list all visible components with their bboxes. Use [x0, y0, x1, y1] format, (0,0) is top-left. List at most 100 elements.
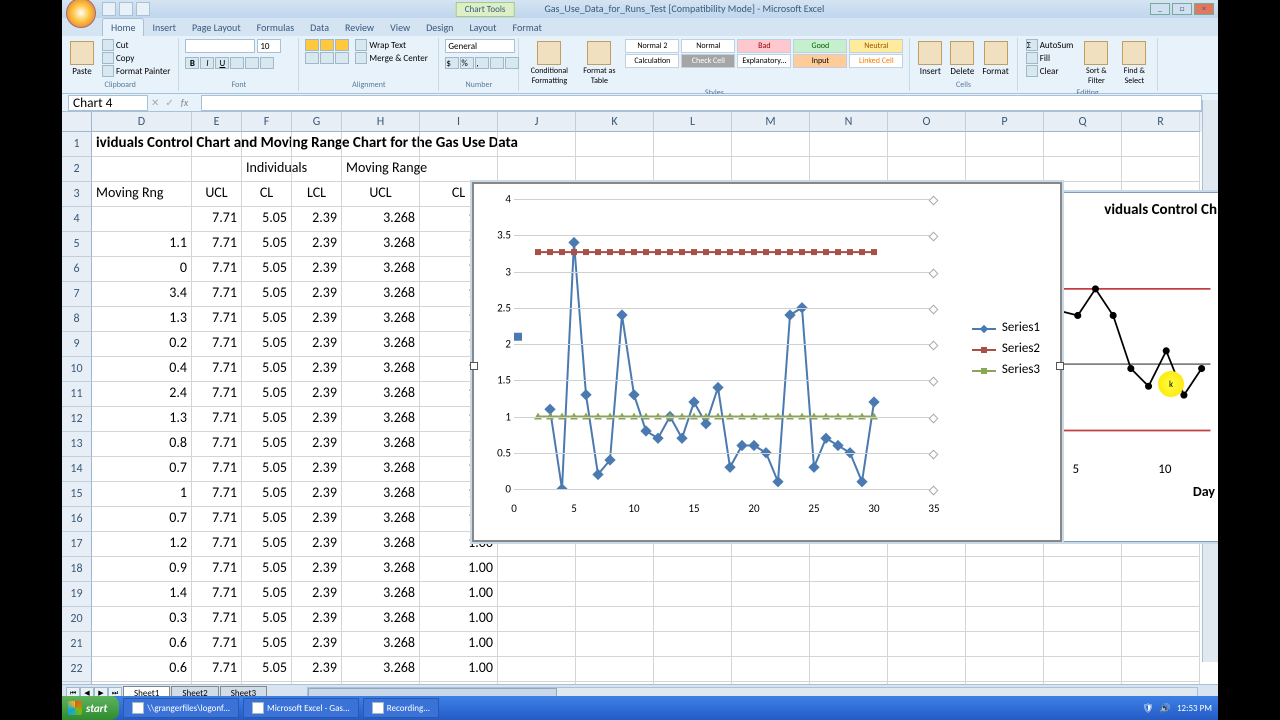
cell[interactable]: 2.39 — [292, 657, 342, 682]
cell[interactable] — [192, 132, 242, 157]
cell[interactable] — [498, 582, 576, 607]
row-header[interactable]: 16 — [62, 507, 92, 532]
font-size-select[interactable] — [257, 39, 281, 53]
row-header[interactable]: 7 — [62, 282, 92, 307]
cell[interactable] — [1122, 682, 1200, 684]
currency-button[interactable]: $ — [445, 57, 459, 69]
cell[interactable] — [732, 657, 810, 682]
row-header[interactable]: 23 — [62, 682, 92, 684]
cell[interactable]: 5.05 — [242, 257, 292, 282]
ribbon-tab-insert[interactable]: Insert — [144, 19, 184, 36]
column-header[interactable]: J — [498, 112, 576, 132]
cell[interactable] — [654, 607, 732, 632]
decrease-decimal-button[interactable] — [505, 57, 519, 69]
cell[interactable]: 7.71 — [192, 407, 242, 432]
cell[interactable]: 2.39 — [292, 407, 342, 432]
formula-bar[interactable] — [201, 95, 1202, 111]
cell[interactable]: 0.3 — [92, 607, 192, 632]
cell[interactable]: 3.268 — [342, 282, 420, 307]
row-header[interactable]: 20 — [62, 607, 92, 632]
cell[interactable]: 2.39 — [292, 632, 342, 657]
cell-style-option[interactable]: Calculation — [625, 54, 679, 68]
sort-filter-button[interactable]: Sort & Filter — [1079, 39, 1113, 88]
cell[interactable]: 1.1 — [92, 232, 192, 257]
cell[interactable]: 3.268 — [342, 232, 420, 257]
cell[interactable]: 5.05 — [242, 557, 292, 582]
cell[interactable]: 2.39 — [292, 557, 342, 582]
underline-button[interactable]: U — [215, 57, 229, 69]
cell[interactable]: 1.00 — [420, 582, 498, 607]
cell[interactable]: 7.71 — [192, 382, 242, 407]
row-header[interactable]: 6 — [62, 257, 92, 282]
cell[interactable]: Moving Rng — [92, 182, 192, 207]
cell[interactable] — [242, 132, 292, 157]
cell[interactable]: 7.71 — [192, 607, 242, 632]
cancel-formula-icon[interactable]: ✕ — [151, 96, 159, 109]
cell[interactable]: 7.71 — [192, 282, 242, 307]
cell[interactable]: 5.05 — [242, 332, 292, 357]
cell[interactable] — [888, 157, 966, 182]
row-header[interactable]: 4 — [62, 207, 92, 232]
delete-cells-button[interactable]: Delete — [948, 39, 976, 79]
cell[interactable]: 0.5 — [92, 682, 192, 684]
ribbon-tab-formulas[interactable]: Formulas — [249, 19, 302, 36]
row-headers[interactable]: 1234567891011121314151617181920212223 — [62, 132, 92, 684]
cell[interactable] — [92, 157, 192, 182]
cell[interactable]: 5.05 — [242, 357, 292, 382]
cell[interactable]: 5.05 — [242, 482, 292, 507]
cell[interactable] — [1122, 132, 1200, 157]
cell[interactable] — [1122, 607, 1200, 632]
cell[interactable] — [654, 132, 732, 157]
column-header[interactable]: M — [732, 112, 810, 132]
cell[interactable] — [810, 632, 888, 657]
cell[interactable] — [1044, 657, 1122, 682]
cell[interactable]: 3.268 — [342, 332, 420, 357]
cell[interactable] — [966, 157, 1044, 182]
cell[interactable] — [498, 557, 576, 582]
cell[interactable] — [966, 632, 1044, 657]
row-header[interactable]: 10 — [62, 357, 92, 382]
row-header[interactable]: 1 — [62, 132, 92, 157]
cell[interactable] — [654, 582, 732, 607]
font-name-select[interactable] — [185, 39, 255, 53]
cell[interactable] — [966, 132, 1044, 157]
conditional-formatting-button[interactable]: Conditional Formatting — [525, 39, 573, 88]
format-as-table-button[interactable]: Format as Table — [577, 39, 621, 88]
cell[interactable]: 5.05 — [242, 457, 292, 482]
cell[interactable]: 5.05 — [242, 307, 292, 332]
cell[interactable]: 3.268 — [342, 357, 420, 382]
number-format-select[interactable] — [445, 39, 515, 53]
cell[interactable]: 7.71 — [192, 682, 242, 684]
qat-save-icon[interactable] — [102, 2, 116, 16]
cell[interactable] — [576, 632, 654, 657]
cell-styles-gallery[interactable]: Normal 2NormalBadGoodNeutralCalculationC… — [625, 39, 903, 68]
row-header[interactable]: 12 — [62, 407, 92, 432]
cell[interactable] — [654, 632, 732, 657]
cell[interactable] — [888, 632, 966, 657]
cell[interactable]: 5.05 — [242, 657, 292, 682]
cell[interactable]: 0.8 — [92, 432, 192, 457]
italic-button[interactable]: I — [200, 57, 214, 69]
cell[interactable] — [732, 132, 810, 157]
copy-button[interactable]: Copy — [100, 52, 172, 64]
cell[interactable]: 5.05 — [242, 432, 292, 457]
cell[interactable]: 7.71 — [192, 582, 242, 607]
paste-button[interactable]: Paste — [68, 39, 96, 79]
row-header[interactable]: 19 — [62, 582, 92, 607]
cell[interactable] — [420, 157, 498, 182]
row-header[interactable]: 22 — [62, 657, 92, 682]
cell[interactable] — [576, 557, 654, 582]
cell[interactable] — [810, 607, 888, 632]
cell[interactable]: 1.00 — [420, 682, 498, 684]
cell[interactable]: 5.05 — [242, 382, 292, 407]
percent-button[interactable]: % — [460, 57, 474, 69]
cell[interactable]: 2.39 — [292, 457, 342, 482]
chart-plot-area[interactable] — [514, 199, 934, 489]
cell[interactable]: 5.05 — [242, 407, 292, 432]
row-header[interactable]: 17 — [62, 532, 92, 557]
cell[interactable]: 0.9 — [92, 557, 192, 582]
ribbon-tab-page-layout[interactable]: Page Layout — [184, 19, 249, 36]
legend-item[interactable]: Series3 — [972, 362, 1040, 377]
column-header[interactable]: K — [576, 112, 654, 132]
taskbar-item[interactable]: Recording... — [363, 698, 439, 718]
